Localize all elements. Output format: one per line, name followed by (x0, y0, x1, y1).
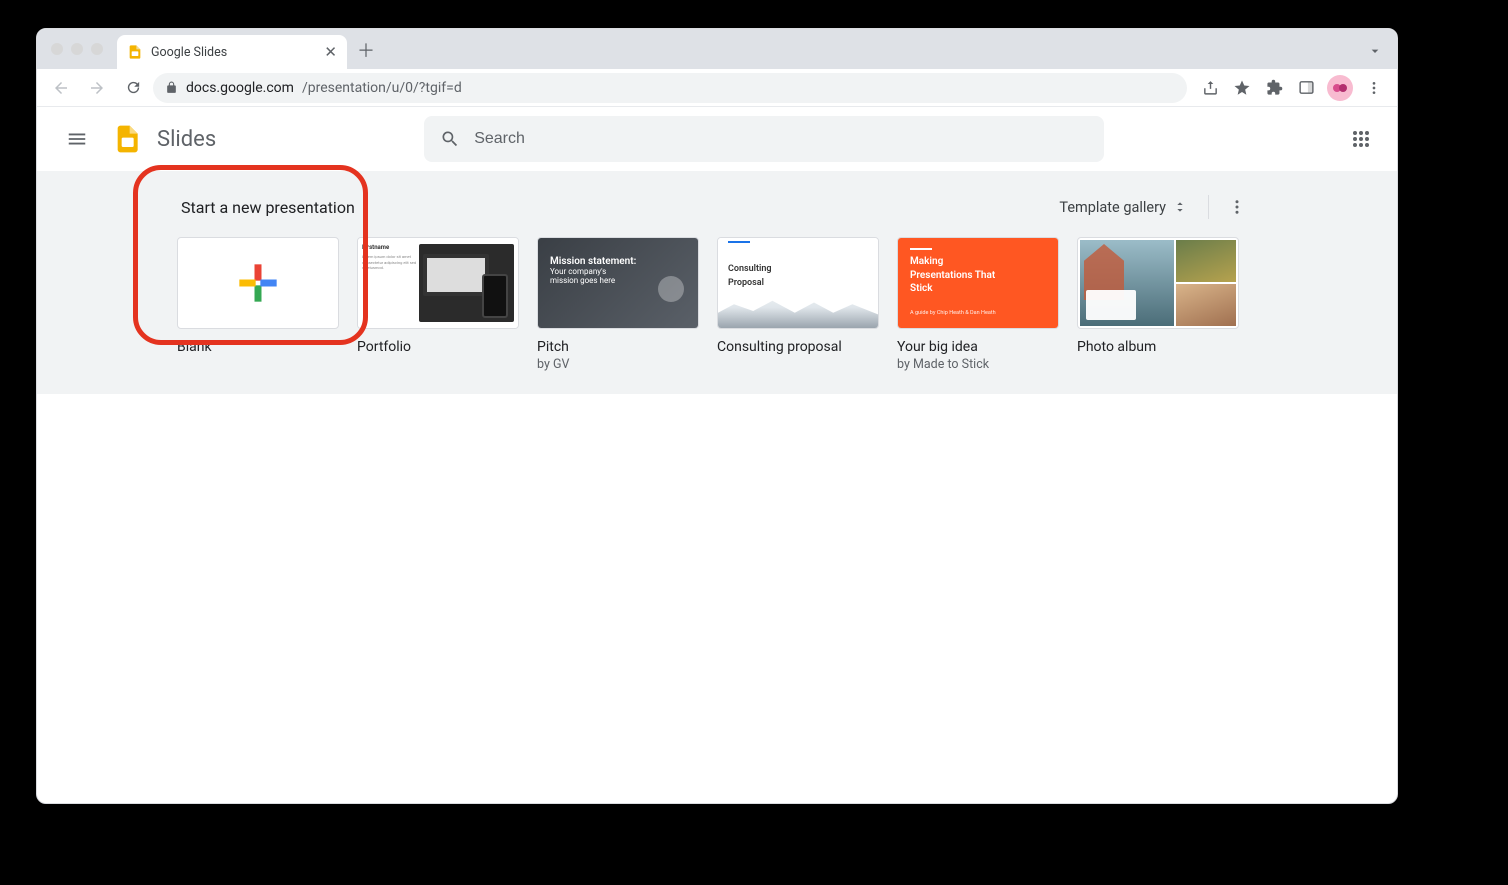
separator (1208, 195, 1209, 219)
browser-window: Google Slides ✕ ＋ docs.google.com/presen… (36, 28, 1398, 804)
thumb-idea-l1: Making (910, 256, 943, 267)
template-portfolio-title: Portfolio (357, 339, 519, 355)
star-icon[interactable] (1227, 73, 1257, 103)
template-photo-album-title: Photo album (1077, 339, 1239, 355)
template-gallery-label: Template gallery (1059, 199, 1166, 216)
tabstrip: Google Slides ✕ ＋ (37, 29, 1397, 69)
share-icon[interactable] (1195, 73, 1225, 103)
thumb-idea-l3: Stick (910, 283, 933, 294)
search-box[interactable] (424, 116, 1104, 162)
url-host: docs.google.com (186, 80, 294, 96)
template-cards: Blank Firstname Lorem ipsum dolor sit am… (177, 237, 1257, 372)
toolbar-right (1191, 73, 1389, 103)
plus-multicolor-icon (178, 238, 338, 328)
template-blank-thumb (177, 237, 339, 329)
template-photo-album[interactable]: Photo album (1077, 237, 1239, 372)
new-tab-button[interactable]: ＋ (357, 37, 375, 69)
lock-icon (165, 81, 178, 94)
template-pitch-title: Pitch (537, 339, 699, 355)
thumb-pitch-l1: Mission statement: (550, 256, 686, 267)
template-big-idea-sub: by Made to Stick (897, 357, 1059, 372)
template-big-idea-thumb: Making Presentations That Stick A guide … (897, 237, 1059, 329)
app-header: Slides (37, 107, 1397, 171)
gallery-header: Start a new presentation Template galler… (177, 187, 1257, 237)
back-button[interactable] (45, 72, 77, 104)
thumb-consult-l2: Proposal (718, 278, 878, 292)
gallery-more-button[interactable] (1221, 191, 1253, 223)
template-blank-title: Blank (177, 339, 339, 355)
tab-title: Google Slides (151, 45, 227, 60)
gallery-heading: Start a new presentation (181, 198, 355, 217)
browser-menu-icon[interactable] (1359, 73, 1389, 103)
app-title: Slides (157, 127, 216, 152)
profile-avatar[interactable] (1327, 75, 1353, 101)
slides-logo-icon (109, 121, 145, 157)
google-apps-button[interactable] (1341, 119, 1381, 159)
extensions-icon[interactable] (1259, 73, 1289, 103)
main-menu-button[interactable] (53, 115, 101, 163)
thumb-pitch-l2: Your company's (550, 267, 686, 276)
thumb-portfolio-name: Firstname (362, 244, 417, 251)
tab-google-slides[interactable]: Google Slides ✕ (117, 35, 347, 69)
omnibox[interactable]: docs.google.com/presentation/u/0/?tgif=d (153, 73, 1187, 103)
template-consulting-title: Consulting proposal (717, 339, 879, 355)
window-controls (51, 43, 103, 55)
template-blank[interactable]: Blank (177, 237, 339, 372)
sidepanel-icon[interactable] (1291, 73, 1321, 103)
template-pitch-thumb: Mission statement: Your company's missio… (537, 237, 699, 329)
thumb-idea-l2: Presentations That (910, 270, 995, 281)
template-gallery-strip: Start a new presentation Template galler… (37, 171, 1397, 394)
template-pitch-sub: by GV (537, 357, 699, 372)
address-bar: docs.google.com/presentation/u/0/?tgif=d (37, 69, 1397, 107)
close-tab-icon[interactable]: ✕ (324, 43, 337, 61)
url-path: /presentation/u/0/?tgif=d (302, 80, 462, 96)
tabs-overflow-button[interactable] (1367, 43, 1397, 69)
minimize-dot[interactable] (71, 43, 83, 55)
template-gallery-toggle[interactable]: Template gallery (1051, 193, 1196, 222)
unfold-icon (1172, 199, 1188, 215)
slides-favicon (127, 44, 143, 60)
thumb-consult-l1: Consulting (718, 246, 878, 278)
template-pitch[interactable]: Mission statement: Your company's missio… (537, 237, 699, 372)
template-portfolio[interactable]: Firstname Lorem ipsum dolor sit amet con… (357, 237, 519, 372)
thumb-idea-sub: A guide by Chip Heath & Dan Heath (910, 310, 1046, 316)
template-big-idea[interactable]: Making Presentations That Stick A guide … (897, 237, 1059, 372)
search-icon (440, 129, 460, 149)
close-dot[interactable] (51, 43, 63, 55)
template-portfolio-thumb: Firstname Lorem ipsum dolor sit amet con… (357, 237, 519, 329)
forward-button[interactable] (81, 72, 113, 104)
zoom-dot[interactable] (91, 43, 103, 55)
template-consulting-thumb: Consulting Proposal (717, 237, 879, 329)
template-consulting[interactable]: Consulting Proposal Consulting proposal (717, 237, 879, 372)
template-big-idea-title: Your big idea (897, 339, 1059, 355)
search-input[interactable] (474, 130, 1088, 148)
template-photo-album-thumb (1077, 237, 1239, 329)
reload-button[interactable] (117, 72, 149, 104)
